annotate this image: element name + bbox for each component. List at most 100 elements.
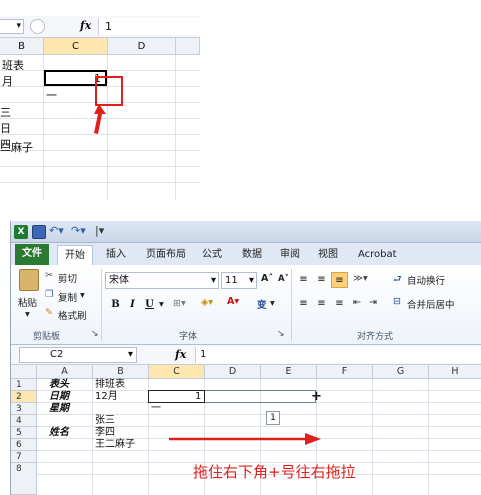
cell-a2[interactable]: 日期 bbox=[49, 391, 69, 403]
align-center-icon[interactable]: ≡ bbox=[313, 296, 330, 312]
customize-icon[interactable]: |▾ bbox=[95, 224, 104, 237]
align-top-icon[interactable]: ≡ bbox=[295, 272, 312, 288]
row-header-3[interactable]: 3 bbox=[11, 403, 37, 415]
top-col-header-e[interactable] bbox=[176, 38, 200, 55]
paste-dropdown-icon[interactable]: ▾ bbox=[25, 309, 30, 320]
font-color-icon[interactable]: A▾ bbox=[227, 296, 239, 307]
grid-line bbox=[92, 379, 93, 495]
cell-b5[interactable]: 李四 bbox=[95, 427, 115, 439]
col-header-e[interactable]: E bbox=[261, 365, 317, 379]
font-size-dropdown[interactable]: 11 ▾ bbox=[221, 272, 257, 289]
cut-button[interactable]: 剪切 bbox=[58, 271, 77, 285]
row-header-7[interactable]: 7 bbox=[11, 451, 37, 463]
fx-icon[interactable]: fx bbox=[175, 348, 186, 361]
chevron-down-icon[interactable]: ▾ bbox=[211, 273, 216, 288]
border-icon[interactable]: ⊞▾ bbox=[173, 298, 186, 309]
top-col-header-b[interactable]: B bbox=[0, 38, 44, 55]
align-middle-icon[interactable]: ≡ bbox=[313, 272, 330, 288]
top-namebox-dropdown[interactable]: ▾ bbox=[0, 19, 24, 34]
col-header-c[interactable]: C bbox=[149, 365, 205, 379]
chevron-down-icon[interactable]: ▾ bbox=[128, 348, 133, 362]
italic-button[interactable]: I bbox=[124, 297, 141, 313]
tab-review[interactable]: 审阅 bbox=[273, 245, 307, 265]
formula-input[interactable]: 1 bbox=[195, 347, 481, 363]
cell-c3[interactable]: 一 bbox=[151, 403, 161, 415]
wrap-text-icon[interactable]: ⮐ bbox=[393, 272, 402, 288]
row-header-2[interactable]: 2 bbox=[11, 391, 37, 403]
bold-button[interactable]: B bbox=[107, 297, 124, 313]
cut-icon[interactable]: ✂ bbox=[45, 270, 53, 281]
align-left-icon[interactable]: ≡ bbox=[295, 296, 312, 312]
paste-button[interactable]: 粘贴 bbox=[18, 295, 37, 309]
col-header-f[interactable]: F bbox=[317, 365, 373, 379]
cell-b6[interactable]: 王二麻子 bbox=[95, 439, 135, 451]
cell-b4[interactable]: 张三 bbox=[95, 415, 115, 427]
name-box-value: C2 bbox=[50, 349, 64, 360]
excel-logo-icon[interactable]: X bbox=[14, 225, 28, 239]
top-col-header-d[interactable]: D bbox=[108, 38, 176, 55]
top-col-header-c[interactable]: C bbox=[44, 38, 108, 55]
autofill-options-badge[interactable]: 1 bbox=[266, 411, 280, 425]
orientation-icon[interactable]: ≫▾ bbox=[353, 273, 368, 284]
redo-icon[interactable]: ↷▾ bbox=[71, 224, 86, 237]
row-header-8[interactable]: 8 bbox=[11, 463, 37, 495]
merge-center-button[interactable]: 合并后居中 bbox=[407, 297, 455, 311]
format-painter-icon[interactable]: ✎ bbox=[45, 307, 53, 318]
row-header-5[interactable]: 5 bbox=[11, 427, 37, 439]
col-header-d[interactable]: D bbox=[205, 365, 261, 379]
copy-icon[interactable]: ❐ bbox=[45, 289, 54, 300]
copy-button[interactable]: 复制 bbox=[58, 290, 77, 304]
top-cell-name-label: 日 bbox=[0, 122, 11, 135]
top-formula-value[interactable]: 1 bbox=[98, 18, 200, 35]
align-right-icon[interactable]: ≡ bbox=[331, 296, 348, 312]
col-header-a[interactable]: A bbox=[37, 365, 93, 379]
name-box[interactable]: C2 ▾ bbox=[19, 347, 137, 363]
fill-color-icon[interactable]: ◈▾ bbox=[201, 297, 213, 308]
tab-home[interactable]: 开始 bbox=[57, 245, 93, 265]
cell-a3[interactable]: 星期 bbox=[49, 403, 69, 415]
decrease-indent-icon[interactable]: ⇤ bbox=[353, 297, 361, 308]
row-header-6[interactable]: 6 bbox=[11, 439, 37, 451]
tab-formulas[interactable]: 公式 bbox=[195, 245, 229, 265]
top-cancel-icon[interactable] bbox=[30, 19, 45, 34]
grow-font-icon[interactable]: A˄ bbox=[261, 273, 273, 284]
tab-insert[interactable]: 插入 bbox=[99, 245, 133, 265]
copy-dropdown-icon[interactable]: ▾ bbox=[80, 290, 85, 301]
tab-page-layout[interactable]: 页面布局 bbox=[139, 245, 193, 265]
increase-indent-icon[interactable]: ⇥ bbox=[369, 297, 377, 308]
align-bottom-icon[interactable]: ≡ bbox=[331, 272, 348, 288]
row-header-4[interactable]: 4 bbox=[11, 415, 37, 427]
phonetic-dropdown-icon[interactable]: ▾ bbox=[270, 298, 275, 309]
clipboard-launcher-icon[interactable]: ↘ bbox=[91, 329, 99, 339]
right-arrow-icon bbox=[169, 433, 321, 445]
font-launcher-icon[interactable]: ↘ bbox=[277, 329, 285, 339]
tab-view[interactable]: 视图 bbox=[311, 245, 345, 265]
underline-dropdown-icon[interactable]: ▾ bbox=[159, 299, 164, 310]
cell-b1[interactable]: 排班表 bbox=[95, 379, 125, 391]
row-header-1[interactable]: 1 bbox=[11, 379, 37, 391]
top-fx-icon[interactable]: fx bbox=[80, 19, 91, 32]
phonetic-button[interactable]: 变 bbox=[257, 297, 267, 311]
format-painter-button[interactable]: 格式刷 bbox=[58, 308, 87, 322]
col-header-h[interactable]: H bbox=[429, 365, 481, 379]
tab-data[interactable]: 数据 bbox=[235, 245, 269, 265]
paste-icon[interactable] bbox=[19, 269, 39, 291]
tab-acrobat[interactable]: Acrobat bbox=[351, 245, 404, 265]
underline-button[interactable]: U bbox=[141, 297, 158, 313]
save-icon[interactable] bbox=[32, 225, 46, 239]
cell-a1[interactable]: 表头 bbox=[49, 379, 69, 391]
fill-plus-cursor-icon[interactable]: + bbox=[311, 390, 322, 403]
font-name-dropdown[interactable]: 宋体 ▾ bbox=[105, 272, 219, 289]
wrap-text-button[interactable]: 自动换行 bbox=[407, 273, 445, 287]
top-screenshot: ▾ fx 1 B C D 班表 月 1 一 三 日 四 二麻子 bbox=[0, 0, 200, 200]
merge-center-icon[interactable]: ⊟ bbox=[393, 296, 401, 307]
col-header-b[interactable]: B bbox=[93, 365, 149, 379]
col-header-g[interactable]: G bbox=[373, 365, 429, 379]
select-all-corner[interactable] bbox=[11, 365, 37, 379]
cell-a5[interactable]: 姓名 bbox=[49, 427, 69, 439]
cell-b2[interactable]: 12月 bbox=[95, 391, 118, 403]
undo-icon[interactable]: ↶▾ bbox=[49, 224, 64, 237]
tab-file[interactable]: 文件 bbox=[15, 244, 49, 265]
shrink-font-icon[interactable]: A˅ bbox=[278, 274, 289, 284]
chevron-down-icon[interactable]: ▾ bbox=[249, 273, 254, 288]
